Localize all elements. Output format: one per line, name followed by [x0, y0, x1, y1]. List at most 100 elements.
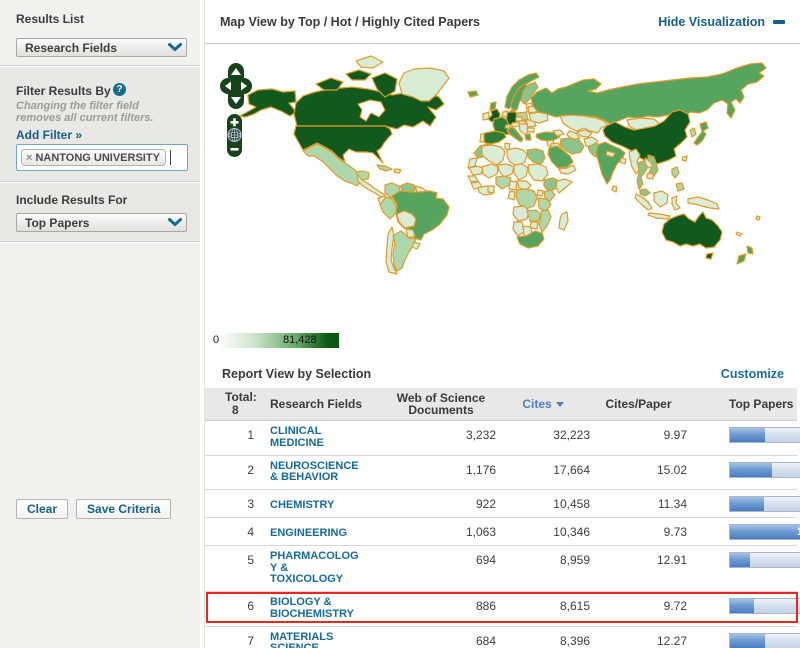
country-bangladesh[interactable] [619, 157, 627, 165]
map-zoom-control[interactable] [226, 113, 243, 158]
country-libya[interactable] [506, 147, 528, 167]
country-sudan[interactable] [527, 163, 549, 182]
save-criteria-button[interactable]: Save Criteria [76, 499, 172, 519]
sidebar: Results List Research Fields Filter Resu… [0, 0, 200, 648]
documents-value: 886 [475, 599, 496, 613]
country-sumatra[interactable] [634, 193, 653, 211]
country-mindanao[interactable] [675, 182, 685, 192]
country-spain[interactable] [481, 130, 507, 145]
country-congo[interactable] [507, 190, 516, 201]
country-taiwan[interactable] [681, 155, 688, 162]
legend-max: 81,428 [283, 334, 317, 346]
country-cambodia[interactable] [646, 172, 654, 180]
research-field-link[interactable]: MATERIALS SCIENCE [270, 631, 333, 648]
country-portugal[interactable] [479, 133, 485, 143]
country-malaysia[interactable] [639, 188, 651, 197]
country-iceland[interactable] [467, 90, 479, 98]
research-field-link[interactable]: CLINICAL MEDICINE [270, 425, 324, 449]
results-list-dropdown[interactable]: Research Fields [16, 38, 187, 57]
top-papers-bar: 9 [729, 461, 800, 478]
country-uruguay[interactable] [411, 241, 421, 250]
results-list-value: Research Fields [25, 40, 118, 55]
country-algeria[interactable] [481, 144, 506, 166]
hide-visualization-label: Hide Visualization [658, 15, 765, 29]
island-ellesmere[interactable] [355, 55, 384, 69]
country-niger[interactable] [497, 163, 515, 178]
world-choropleth-map[interactable] [205, 45, 800, 353]
country-somalia[interactable] [555, 178, 573, 194]
research-field-link[interactable]: CHEMISTRY [270, 499, 334, 512]
country-australia[interactable] [661, 211, 723, 249]
country-chad[interactable] [513, 163, 529, 181]
research-field-link[interactable]: BIOLOGY & BIOCHEMISTRY [270, 596, 354, 620]
column-header-cites-per-paper[interactable]: Cites/Paper [590, 398, 687, 410]
country-fiji[interactable] [755, 215, 761, 221]
country-mozambique[interactable] [538, 209, 552, 233]
island-arctic1[interactable] [315, 77, 344, 91]
country-namibia[interactable] [512, 221, 525, 237]
country-usa[interactable] [293, 125, 393, 164]
country-borneo[interactable] [653, 190, 669, 208]
column-header-cites[interactable]: Cites [496, 398, 590, 410]
country-mauritania[interactable] [468, 165, 484, 176]
country-lowlands[interactable] [501, 110, 508, 118]
hide-visualization-link[interactable]: Hide Visualization [658, 15, 785, 29]
top-papers-bar: 7 [729, 496, 800, 512]
include-results-dropdown[interactable]: Top Papers [16, 213, 187, 232]
column-header-top-papers[interactable]: Top Papers [687, 398, 800, 410]
country-india[interactable] [595, 141, 626, 185]
help-icon[interactable]: ? [113, 83, 126, 96]
report-title: Report View by Selection [222, 367, 372, 381]
country-nz-north[interactable] [746, 245, 754, 255]
research-field-link[interactable]: PHARMACOLOG Y & TOXICOLOGY [270, 550, 359, 586]
table-row: 7 MATERIALS SCIENCE 684 8,396 12.27 7 [205, 627, 800, 648]
country-greece[interactable] [524, 133, 532, 141]
country-mali[interactable] [481, 163, 499, 179]
country-angola[interactable] [512, 205, 530, 222]
results-list-label: Results List [16, 12, 85, 26]
filter-note: Changing the filter field removes all cu… [16, 100, 154, 124]
country-cuba[interactable] [376, 164, 393, 172]
country-cameroon[interactable] [508, 180, 518, 191]
filter-input[interactable]: × NANTONG UNIVERSITY [16, 144, 188, 171]
country-ghana[interactable] [487, 185, 495, 194]
research-field-link[interactable]: NEUROSCIENCE & BEHAVIOR [270, 460, 359, 484]
island-arctic2[interactable] [345, 69, 372, 81]
filter-tag[interactable]: × NANTONG UNIVERSITY [21, 149, 166, 166]
documents-value: 1,176 [465, 462, 496, 477]
country-png[interactable] [687, 196, 720, 210]
country-scotland[interactable] [489, 101, 497, 111]
country-sulawesi[interactable] [671, 195, 681, 211]
country-bulgaria[interactable] [526, 127, 535, 133]
country-korea[interactable] [689, 127, 697, 138]
country-hispaniola[interactable] [393, 168, 402, 174]
country-hungary[interactable] [518, 120, 527, 125]
country-srilanka[interactable] [611, 185, 618, 193]
filter-section: Filter Results By ? Changing the filter … [0, 67, 200, 182]
country-zambia[interactable] [526, 209, 542, 222]
country-switzerland[interactable] [504, 124, 511, 129]
zoom-out-icon [230, 148, 239, 151]
add-filter-link[interactable]: Add Filter » [16, 128, 82, 142]
country-caledonia[interactable] [735, 231, 743, 237]
column-header-research-fields[interactable]: Research Fields [270, 398, 386, 410]
customize-link[interactable]: Customize [721, 367, 784, 381]
top-papers-bar: 7 [729, 632, 800, 648]
country-uganda[interactable] [536, 189, 544, 197]
clear-button[interactable]: Clear [16, 499, 69, 519]
country-russia[interactable] [530, 62, 767, 125]
country-nz-south[interactable] [736, 253, 747, 265]
country-philippines[interactable] [671, 166, 680, 179]
table-row: 2 NEUROSCIENCE & BEHAVIOR 1,176 17,664 1… [205, 456, 800, 490]
column-header-documents[interactable]: Web of Science Documents [386, 392, 496, 416]
map-pan-control[interactable] [219, 62, 253, 110]
remove-tag-icon[interactable]: × [26, 152, 32, 164]
country-tasmania[interactable] [705, 252, 714, 260]
country-madagascar[interactable] [558, 211, 569, 231]
country-egypt[interactable] [526, 148, 546, 165]
country-java[interactable] [647, 212, 671, 220]
top-papers-bar-fill [730, 428, 766, 442]
table-row: 3 CHEMISTRY 922 10,458 11.34 7 [205, 490, 800, 518]
country-senegal[interactable] [467, 175, 479, 183]
research-field-link[interactable]: ENGINEERING [270, 527, 347, 540]
